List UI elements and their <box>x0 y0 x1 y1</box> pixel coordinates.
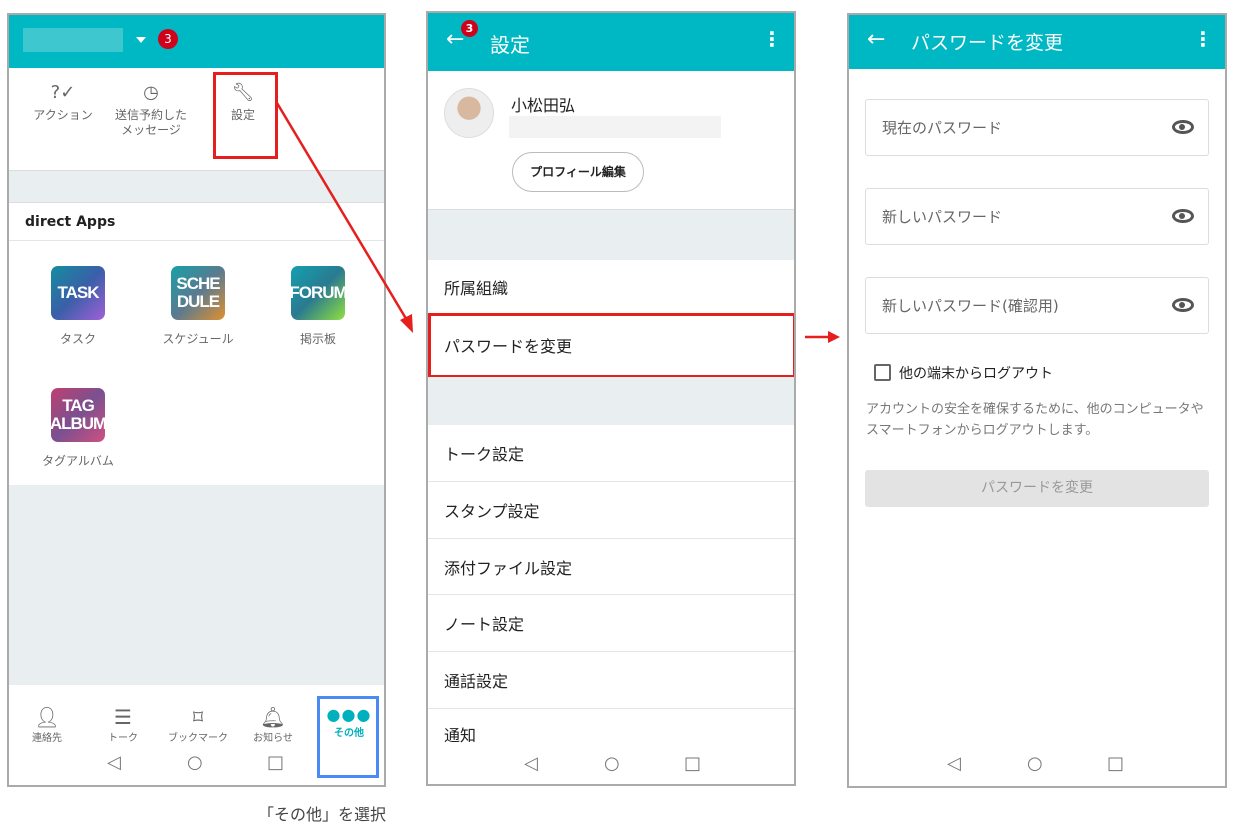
avatar[interactable] <box>444 88 494 138</box>
logout-description: アカウントの安全を確保するために、他のコンピュータやスマートフォンからログアウト… <box>866 402 1204 438</box>
home-system-icon[interactable]: ○ <box>604 753 620 774</box>
app-header: ← 3 設定 ⋮ <box>428 13 794 71</box>
back-system-icon[interactable]: ◁ <box>947 753 961 774</box>
divider <box>428 209 794 260</box>
current-password-field[interactable]: 現在のパスワード <box>865 99 1209 156</box>
more-menu-icon[interactable]: ⋮ <box>1193 27 1213 51</box>
user-name: 小松田弘 <box>511 96 576 115</box>
arrow-1 <box>275 102 410 323</box>
recents-system-icon[interactable]: □ <box>1107 753 1124 774</box>
app-header: ← パスワードを変更 ⋮ <box>849 15 1225 69</box>
divider <box>428 377 794 425</box>
logout-checkbox-label: 他の端末からログアウト <box>899 366 1053 382</box>
change-password-submit-button[interactable]: パスワードを変更 <box>865 470 1209 507</box>
page-title: パスワードを変更 <box>911 32 1064 54</box>
settings-item-organization[interactable]: 所属組織 <box>428 260 794 314</box>
back-system-icon[interactable]: ◁ <box>524 753 538 774</box>
page-title: 設定 <box>490 33 530 57</box>
settings-item-note[interactable]: ノート設定 <box>428 595 794 652</box>
confirm-password-field[interactable]: 新しいパスワード(確認用) <box>865 277 1209 334</box>
settings-item-attachment[interactable]: 添付ファイル設定 <box>428 539 794 595</box>
eye-icon[interactable] <box>1172 298 1194 312</box>
arrow-2-head <box>828 331 840 343</box>
home-system-icon[interactable]: ○ <box>1027 753 1043 774</box>
settings-item-talk[interactable]: トーク設定 <box>428 425 794 482</box>
back-icon[interactable]: ← <box>867 27 885 52</box>
settings-item-call[interactable]: 通話設定 <box>428 652 794 709</box>
edit-profile-button[interactable]: プロフィール編集 <box>512 152 644 192</box>
settings-item-notification[interactable]: 通知 <box>428 709 794 759</box>
eye-icon[interactable] <box>1172 209 1194 223</box>
arrow-1-head <box>400 314 413 333</box>
notification-badge: 3 <box>461 20 478 37</box>
recents-system-icon[interactable]: □ <box>684 753 701 774</box>
new-password-field[interactable]: 新しいパスワード <box>865 188 1209 245</box>
user-email-blurred <box>509 116 721 138</box>
screen-change-password: ← パスワードを変更 ⋮ 現在のパスワード 新しいパスワード 新しいパスワード(… <box>847 13 1227 788</box>
logout-other-devices-checkbox[interactable] <box>874 364 891 381</box>
more-menu-icon[interactable]: ⋮ <box>762 27 782 51</box>
screen-settings: ← 3 設定 ⋮ 小松田弘 プロフィール編集 所属組織 パスワードを変更 トーク… <box>426 11 796 786</box>
highlight-change-password <box>428 313 794 378</box>
settings-item-stamp[interactable]: スタンプ設定 <box>428 482 794 539</box>
eye-icon[interactable] <box>1172 120 1194 134</box>
